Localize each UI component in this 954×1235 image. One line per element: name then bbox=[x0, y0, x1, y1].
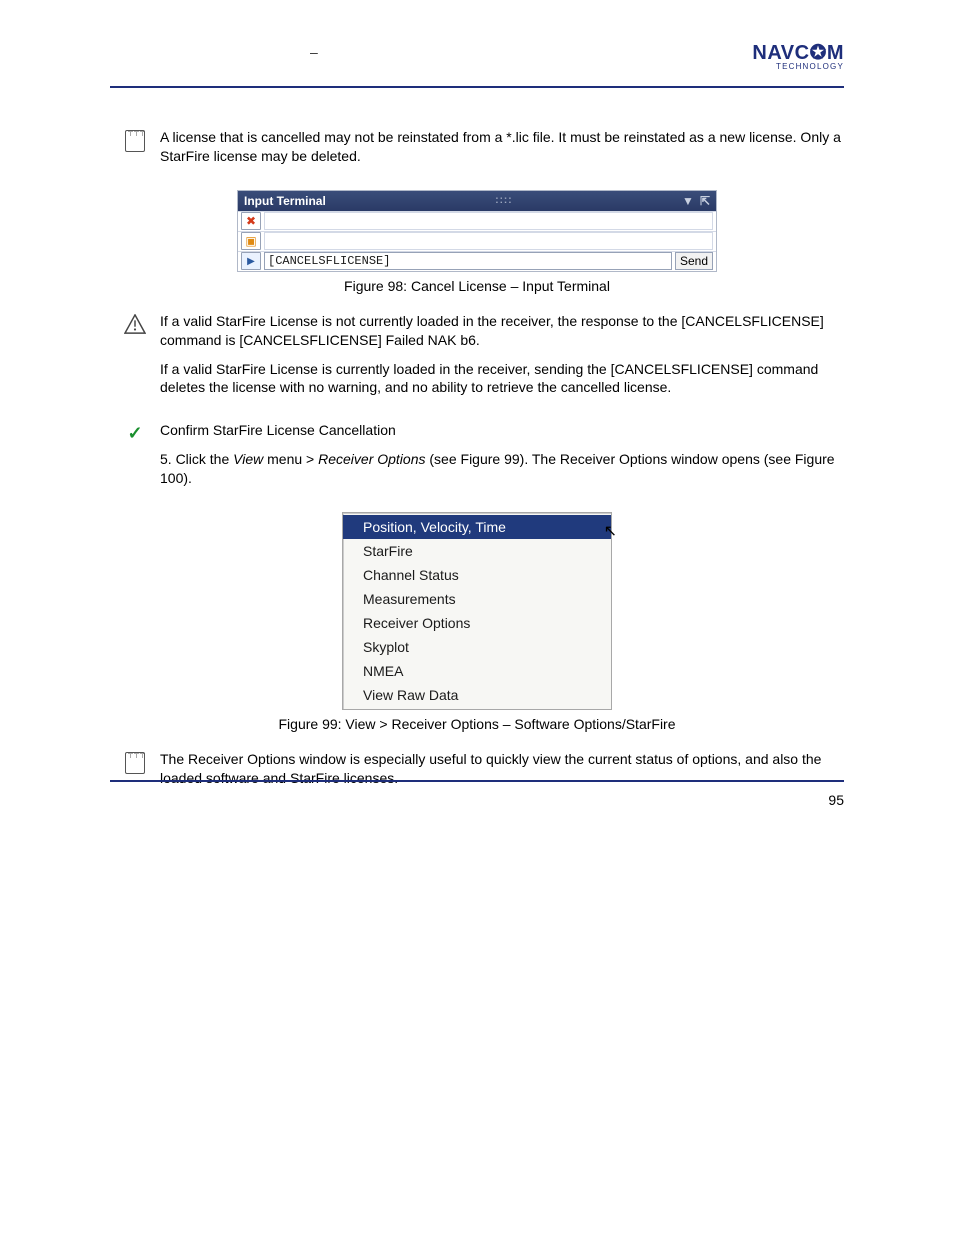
figure-99-caption: Figure 99: View > Receiver Options – Sof… bbox=[110, 716, 844, 732]
menu-item-nmea[interactable]: NMEA bbox=[343, 659, 611, 683]
cursor-icon: ↖ bbox=[604, 521, 617, 541]
note-1-text: A license that is cancelled may not be r… bbox=[160, 128, 844, 166]
footer-rule bbox=[110, 780, 844, 782]
clear-icon[interactable]: ✖ bbox=[241, 212, 261, 230]
menu-item-pvt[interactable]: Position, Velocity, Time ↖ bbox=[343, 515, 611, 539]
menu-item-measurements[interactable]: Measurements bbox=[343, 587, 611, 611]
input-terminal-titlebar: Input Terminal :::: ▼ ⇱ bbox=[238, 191, 716, 211]
titlebar-pin-icon[interactable]: ⇱ bbox=[700, 194, 710, 208]
view-menu-dropdown: Position, Velocity, Time ↖ StarFire Chan… bbox=[342, 512, 612, 710]
menu-item-skyplot[interactable]: Skyplot bbox=[343, 635, 611, 659]
titlebar-grip: :::: bbox=[495, 195, 512, 206]
figure-98-caption: Figure 98: Cancel License – Input Termin… bbox=[110, 278, 844, 294]
note-icon: ┬┬┬ bbox=[125, 752, 145, 774]
menu-item-channel-status[interactable]: Channel Status bbox=[343, 563, 611, 587]
input-terminal-panel: Input Terminal :::: ▼ ⇱ ✖ ▣ ▶ [CANCELSFL… bbox=[237, 190, 717, 272]
check-icon: ✓ bbox=[127, 423, 142, 444]
menu-item-view-raw-data[interactable]: View Raw Data bbox=[343, 683, 611, 707]
input-terminal-title: Input Terminal bbox=[244, 194, 326, 208]
menu-item-starfire[interactable]: StarFire bbox=[343, 539, 611, 563]
terminal-blank-row1 bbox=[264, 212, 713, 230]
warning-icon bbox=[124, 314, 146, 339]
note-icon: ┬┬┬ bbox=[125, 130, 145, 152]
terminal-blank-row2 bbox=[264, 232, 713, 250]
send-button[interactable]: Send bbox=[675, 252, 713, 270]
titlebar-dropdown-icon[interactable]: ▼ bbox=[682, 194, 694, 208]
header-rule bbox=[110, 86, 844, 88]
menu-item-receiver-options[interactable]: Receiver Options bbox=[343, 611, 611, 635]
header-dash: – bbox=[310, 44, 318, 60]
warning-para-1: If a valid StarFire License is not curre… bbox=[160, 312, 844, 350]
open-icon[interactable]: ▣ bbox=[241, 232, 261, 250]
confirm-heading: Confirm StarFire License Cancellation bbox=[160, 421, 844, 440]
warning-para-2: If a valid StarFire License is currently… bbox=[160, 360, 844, 398]
page-number: 95 bbox=[828, 792, 844, 808]
note-2-text: The Receiver Options window is especiall… bbox=[160, 750, 844, 788]
step-5: 5. Click the View menu > Receiver Option… bbox=[160, 450, 844, 488]
command-input[interactable]: [CANCELSFLICENSE] bbox=[264, 252, 672, 270]
run-icon[interactable]: ▶ bbox=[241, 252, 261, 270]
brand-logo: NAVC✪M TECHNOLOGY bbox=[752, 40, 844, 71]
